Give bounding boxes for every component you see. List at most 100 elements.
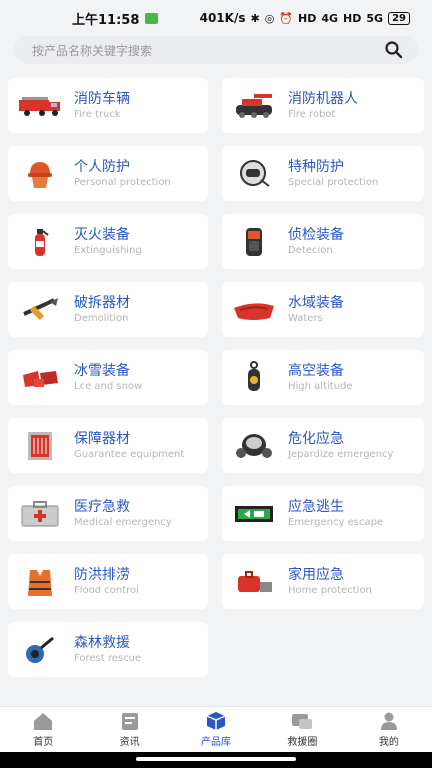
category-subtitle: Detecion	[288, 244, 333, 256]
category-title: 高空装备	[288, 362, 344, 379]
tab-profile[interactable]: 我的	[346, 707, 432, 752]
category-card-fire-robot[interactable]: 消防机器人 Fire robot	[222, 78, 424, 133]
category-card-guarantee-equipment[interactable]: 保障器材 Guarantee equipment	[8, 418, 208, 473]
home-indicator[interactable]	[136, 757, 296, 761]
category-title: 保障器材	[74, 430, 130, 447]
category-title: 侦检装备	[288, 226, 344, 243]
product-box-icon	[206, 712, 226, 730]
category-subtitle: Demolition	[74, 312, 129, 324]
category-card-special-protection[interactable]: 特种防护 Special protection	[222, 146, 424, 201]
category-subtitle: Emergency escape	[288, 516, 384, 528]
search-icon[interactable]	[384, 40, 404, 60]
blower-icon	[18, 632, 62, 668]
category-title: 消防车辆	[74, 90, 130, 107]
tab-news[interactable]: 资讯	[86, 707, 172, 752]
category-card-fire-truck[interactable]: 消防车辆 Fire truck	[8, 78, 208, 133]
category-card-extinguishing[interactable]: 灭火装备 Extinguishing	[8, 214, 208, 269]
profile-icon	[380, 712, 397, 730]
category-card-waters[interactable]: 水域装备 Waters	[222, 282, 424, 337]
category-subtitle: Personal protection	[74, 176, 171, 188]
category-title: 医疗急救	[74, 498, 130, 515]
tab-home[interactable]: 首页	[0, 707, 86, 752]
category-grid: 消防车辆 Fire truck 消防机器人 Fire robot 个人防护 Perso…	[8, 78, 424, 677]
category-title: 防洪排涝	[74, 566, 130, 583]
category-card-detection[interactable]: 侦检装备 Detecion	[222, 214, 424, 269]
category-subtitle: Fire robot	[288, 108, 336, 120]
category-title: 应急逃生	[288, 498, 344, 515]
search-bar[interactable]: 按产品名称关键字搜索	[14, 36, 418, 64]
net-speed: 401K/s	[199, 11, 246, 25]
category-subtitle: Fire truck	[74, 108, 121, 120]
hd-icon: HD	[343, 11, 362, 25]
extinguisher-icon	[18, 224, 62, 260]
category-subtitle: Forest rescue	[74, 652, 142, 664]
gas-mask-icon	[232, 428, 276, 464]
fire-truck-icon	[18, 88, 62, 124]
category-subtitle: Guarantee equipment	[74, 448, 185, 460]
bluetooth-icon: ✱	[250, 11, 260, 25]
category-card-demolition[interactable]: 破拆器材 Demolition	[8, 282, 208, 337]
demolition-tool-icon	[18, 292, 62, 328]
category-subtitle: Waters	[288, 312, 323, 324]
alarm-icon: ⏰	[279, 11, 294, 25]
category-subtitle: Medical emergency	[74, 516, 172, 528]
boat-icon	[232, 292, 276, 328]
category-card-home-protection[interactable]: 家用应急 Home protection	[222, 554, 424, 609]
category-title: 水域装备	[288, 294, 344, 311]
category-title: 森林救援	[74, 634, 130, 651]
category-subtitle: High altitude	[288, 380, 353, 392]
detector-icon	[232, 224, 276, 260]
vibrate-icon: ◎	[264, 11, 275, 25]
signal-5g-icon: 5G	[366, 11, 384, 25]
tab-label: 资讯	[119, 737, 140, 748]
category-card-ice-snow[interactable]: 冰雪装备 Lce and snow	[8, 350, 208, 405]
category-title: 冰雪装备	[74, 362, 130, 379]
notification-icon	[145, 12, 159, 24]
category-card-forest-rescue[interactable]: 森林救援 Forest rescue	[8, 622, 208, 677]
bottom-tab-bar: 首页 资讯 产品库 救援圈 我的	[0, 706, 432, 752]
hd-icon: HD	[298, 11, 317, 25]
tab-label: 产品库	[201, 737, 232, 748]
category-subtitle: Lce and snow	[74, 380, 143, 392]
news-icon	[121, 713, 138, 730]
category-subtitle: Home protection	[288, 584, 372, 596]
fire-robot-icon	[232, 88, 276, 124]
category-title: 危化应急	[288, 430, 344, 447]
category-card-emergency-escape[interactable]: 应急逃生 Emergency escape	[222, 486, 424, 541]
clock: 上午11:58	[72, 12, 140, 28]
category-title: 灭火装备	[74, 226, 130, 243]
category-subtitle: Jepardize emergency	[288, 448, 394, 460]
special-helmet-icon	[232, 156, 276, 192]
home-kit-icon	[232, 564, 276, 600]
exit-sign-icon	[232, 496, 276, 532]
category-title: 个人防护	[74, 158, 130, 175]
category-title: 特种防护	[288, 158, 344, 175]
home-icon	[34, 713, 53, 730]
guarantee-device-icon	[18, 428, 62, 464]
tab-label: 首页	[33, 737, 54, 748]
category-card-high-altitude[interactable]: 高空装备 High altitude	[222, 350, 424, 405]
category-subtitle: Flood control	[74, 584, 139, 596]
helmet-icon	[18, 156, 62, 192]
category-title: 消防机器人	[288, 90, 358, 107]
category-title: 破拆器材	[74, 294, 130, 311]
medical-kit-icon	[18, 496, 62, 532]
category-card-personal-protection[interactable]: 个人防护 Personal protection	[8, 146, 208, 201]
category-title: 家用应急	[288, 566, 344, 583]
category-card-hazmat-emergency[interactable]: 危化应急 Jepardize emergency	[222, 418, 424, 473]
status-bar: 上午11:58 401K/s ✱ ◎ ⏰ HD 4G HD 5G 29	[0, 0, 432, 36]
search-input[interactable]: 按产品名称关键字搜索	[32, 42, 384, 59]
tab-label: 救援圈	[287, 737, 318, 748]
system-nav-bar	[0, 752, 432, 768]
life-vest-icon	[18, 564, 62, 600]
tab-rescue-circle[interactable]: 救援圈	[259, 707, 345, 752]
category-card-flood-control[interactable]: 防洪排涝 Flood control	[8, 554, 208, 609]
tab-label: 我的	[378, 737, 399, 748]
signal-4g-icon: 4G	[321, 11, 339, 25]
ice-gear-icon	[18, 360, 62, 396]
tab-product-library[interactable]: 产品库	[173, 707, 259, 752]
rescue-circle-icon	[292, 714, 313, 729]
pulley-icon	[232, 360, 276, 396]
category-subtitle: Special protection	[288, 176, 379, 188]
category-card-medical-emergency[interactable]: 医疗急救 Medical emergency	[8, 486, 208, 541]
